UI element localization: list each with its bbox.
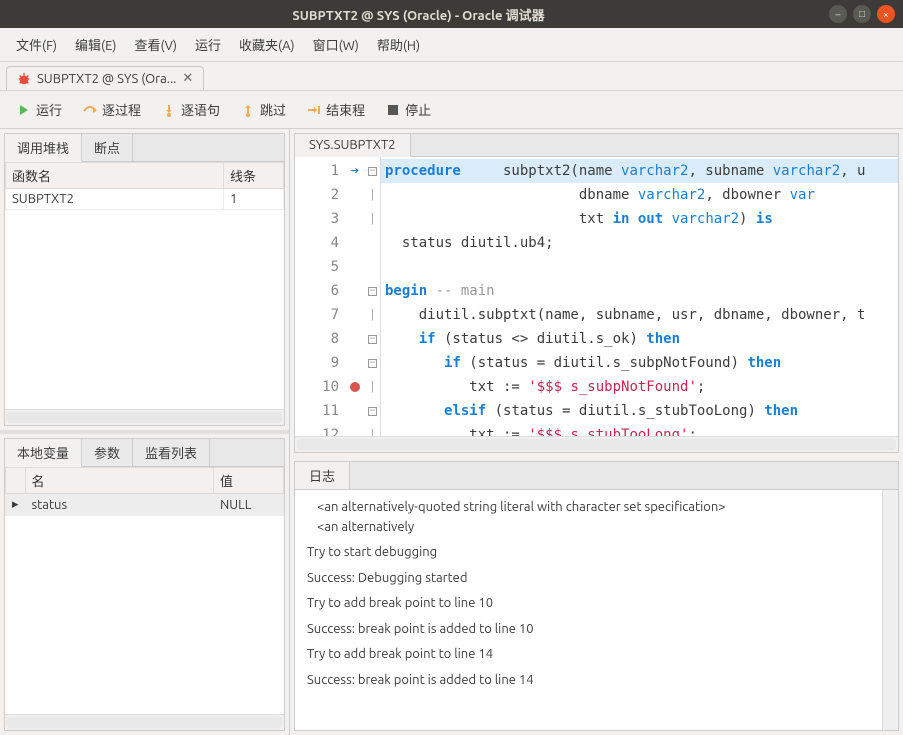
title-bar: SUBPTXT2 @ SYS (Oracle) - Oracle 调试器 – □… — [0, 0, 903, 28]
fold-minus-icon[interactable]: − — [368, 407, 377, 416]
code-lines[interactable]: procedure subptxt2(name varchar2, subnam… — [381, 157, 898, 436]
right-column: SYS.SUBPTXT2 1234 5678 9101112 ➔ − ││ — [290, 129, 903, 735]
step-into-button[interactable]: 逐语句 — [153, 97, 228, 122]
fold-gutter[interactable]: − ││ − │ − − │ − │ — [365, 157, 381, 436]
document-tab-bar: SUBPTXT2 @ SYS (Ora... ✕ — [0, 62, 903, 90]
run-button[interactable]: 运行 — [8, 97, 70, 122]
fold-minus-icon[interactable]: − — [368, 167, 377, 176]
stop-button[interactable]: 结束程 — [298, 97, 373, 122]
log-panel: 日志 <an alternatively-quoted string liter… — [294, 461, 899, 731]
local-row[interactable]: ▸ status NULL — [6, 494, 284, 516]
menu-help[interactable]: 帮助(H) — [369, 32, 428, 57]
log-tabs: 日志 — [295, 462, 898, 490]
pause-button[interactable]: 停止 — [377, 97, 439, 122]
locals-grid[interactable]: 名 值 ▸ status NULL — [5, 467, 284, 714]
step-out-button[interactable]: 跳过 — [232, 97, 294, 122]
editor-h-scrollbar[interactable] — [295, 436, 898, 452]
close-tab-icon[interactable]: ✕ — [182, 71, 193, 86]
col-value[interactable]: 值 — [214, 468, 284, 494]
menu-view[interactable]: 查看(V) — [127, 32, 185, 57]
line-gutter: 1234 5678 9101112 — [295, 157, 345, 436]
play-icon — [16, 102, 32, 118]
current-line-arrow-icon: ➔ — [351, 163, 359, 179]
editor-tab[interactable]: SYS.SUBPTXT2 — [295, 134, 411, 157]
tab-watch-list[interactable]: 监看列表 — [133, 439, 210, 466]
menu-run[interactable]: 运行 — [187, 32, 229, 57]
col-func-name[interactable]: 函数名 — [6, 163, 224, 189]
h-scrollbar[interactable] — [5, 714, 284, 730]
tab-breakpoints[interactable]: 断点 — [82, 134, 133, 161]
stack-row[interactable]: SUBPTXT2 1 — [6, 189, 284, 210]
tab-log[interactable]: 日志 — [295, 462, 350, 489]
step-over-icon — [82, 102, 98, 118]
maximize-button[interactable]: □ — [853, 5, 871, 23]
main-area: 调用堆栈 断点 函数名 线条 SUBPTXT2 1 — [0, 129, 903, 735]
document-tab-label: SUBPTXT2 @ SYS (Ora... — [37, 72, 176, 86]
horizontal-splitter[interactable] — [0, 430, 289, 434]
locals-panel: 本地变量 参数 监看列表 名 值 ▸ status NULL — [4, 438, 285, 731]
document-tab[interactable]: SUBPTXT2 @ SYS (Ora... ✕ — [6, 66, 204, 90]
debug-toolbar: 运行 逐过程 逐语句 跳过 结束程 停止 — [0, 90, 903, 129]
tab-local-vars[interactable]: 本地变量 — [5, 439, 82, 467]
log-output[interactable]: <an alternatively-quoted string literal … — [295, 490, 882, 730]
step-over-button[interactable]: 逐过程 — [74, 97, 149, 122]
window-controls: – □ × — [829, 5, 895, 23]
code-area[interactable]: 1234 5678 9101112 ➔ − ││ − │ − — [295, 157, 898, 436]
close-button[interactable]: × — [877, 5, 895, 23]
minimize-button[interactable]: – — [829, 5, 847, 23]
col-line[interactable]: 线条 — [224, 163, 284, 189]
locals-tabs: 本地变量 参数 监看列表 — [5, 439, 284, 467]
breakpoint-icon[interactable] — [350, 382, 360, 392]
call-stack-tabs: 调用堆栈 断点 — [5, 134, 284, 162]
left-column: 调用堆栈 断点 函数名 线条 SUBPTXT2 1 — [0, 129, 290, 735]
fold-minus-icon[interactable]: − — [368, 335, 377, 344]
fold-minus-icon[interactable]: − — [368, 287, 377, 296]
log-v-scrollbar[interactable] — [882, 490, 898, 730]
fold-minus-icon[interactable]: − — [368, 359, 377, 368]
menu-window[interactable]: 窗口(W) — [305, 32, 367, 57]
tab-call-stack[interactable]: 调用堆栈 — [5, 134, 82, 162]
row-indicator-icon: ▸ — [6, 494, 26, 516]
window-title: SUBPTXT2 @ SYS (Oracle) - Oracle 调试器 — [8, 5, 829, 24]
h-scrollbar[interactable] — [5, 409, 284, 425]
marker-gutter[interactable]: ➔ — [345, 157, 365, 436]
step-into-icon — [161, 102, 177, 118]
step-out-icon — [240, 102, 256, 118]
bug-icon — [17, 72, 31, 86]
menu-bar: 文件(F) 编辑(E) 查看(V) 运行 收藏夹(A) 窗口(W) 帮助(H) — [0, 28, 903, 62]
call-stack-grid[interactable]: 函数名 线条 SUBPTXT2 1 — [5, 162, 284, 409]
stop-square-icon — [385, 102, 401, 118]
stop-arrow-icon — [306, 102, 322, 118]
call-stack-panel: 调用堆栈 断点 函数名 线条 SUBPTXT2 1 — [4, 133, 285, 426]
editor-tabs: SYS.SUBPTXT2 — [295, 134, 898, 157]
code-editor-panel: SYS.SUBPTXT2 1234 5678 9101112 ➔ − ││ — [294, 133, 899, 453]
tab-parameters[interactable]: 参数 — [82, 439, 133, 466]
col-name[interactable]: 名 — [25, 468, 213, 494]
menu-bookmarks[interactable]: 收藏夹(A) — [231, 32, 303, 57]
menu-edit[interactable]: 编辑(E) — [67, 32, 124, 57]
menu-file[interactable]: 文件(F) — [8, 32, 65, 57]
